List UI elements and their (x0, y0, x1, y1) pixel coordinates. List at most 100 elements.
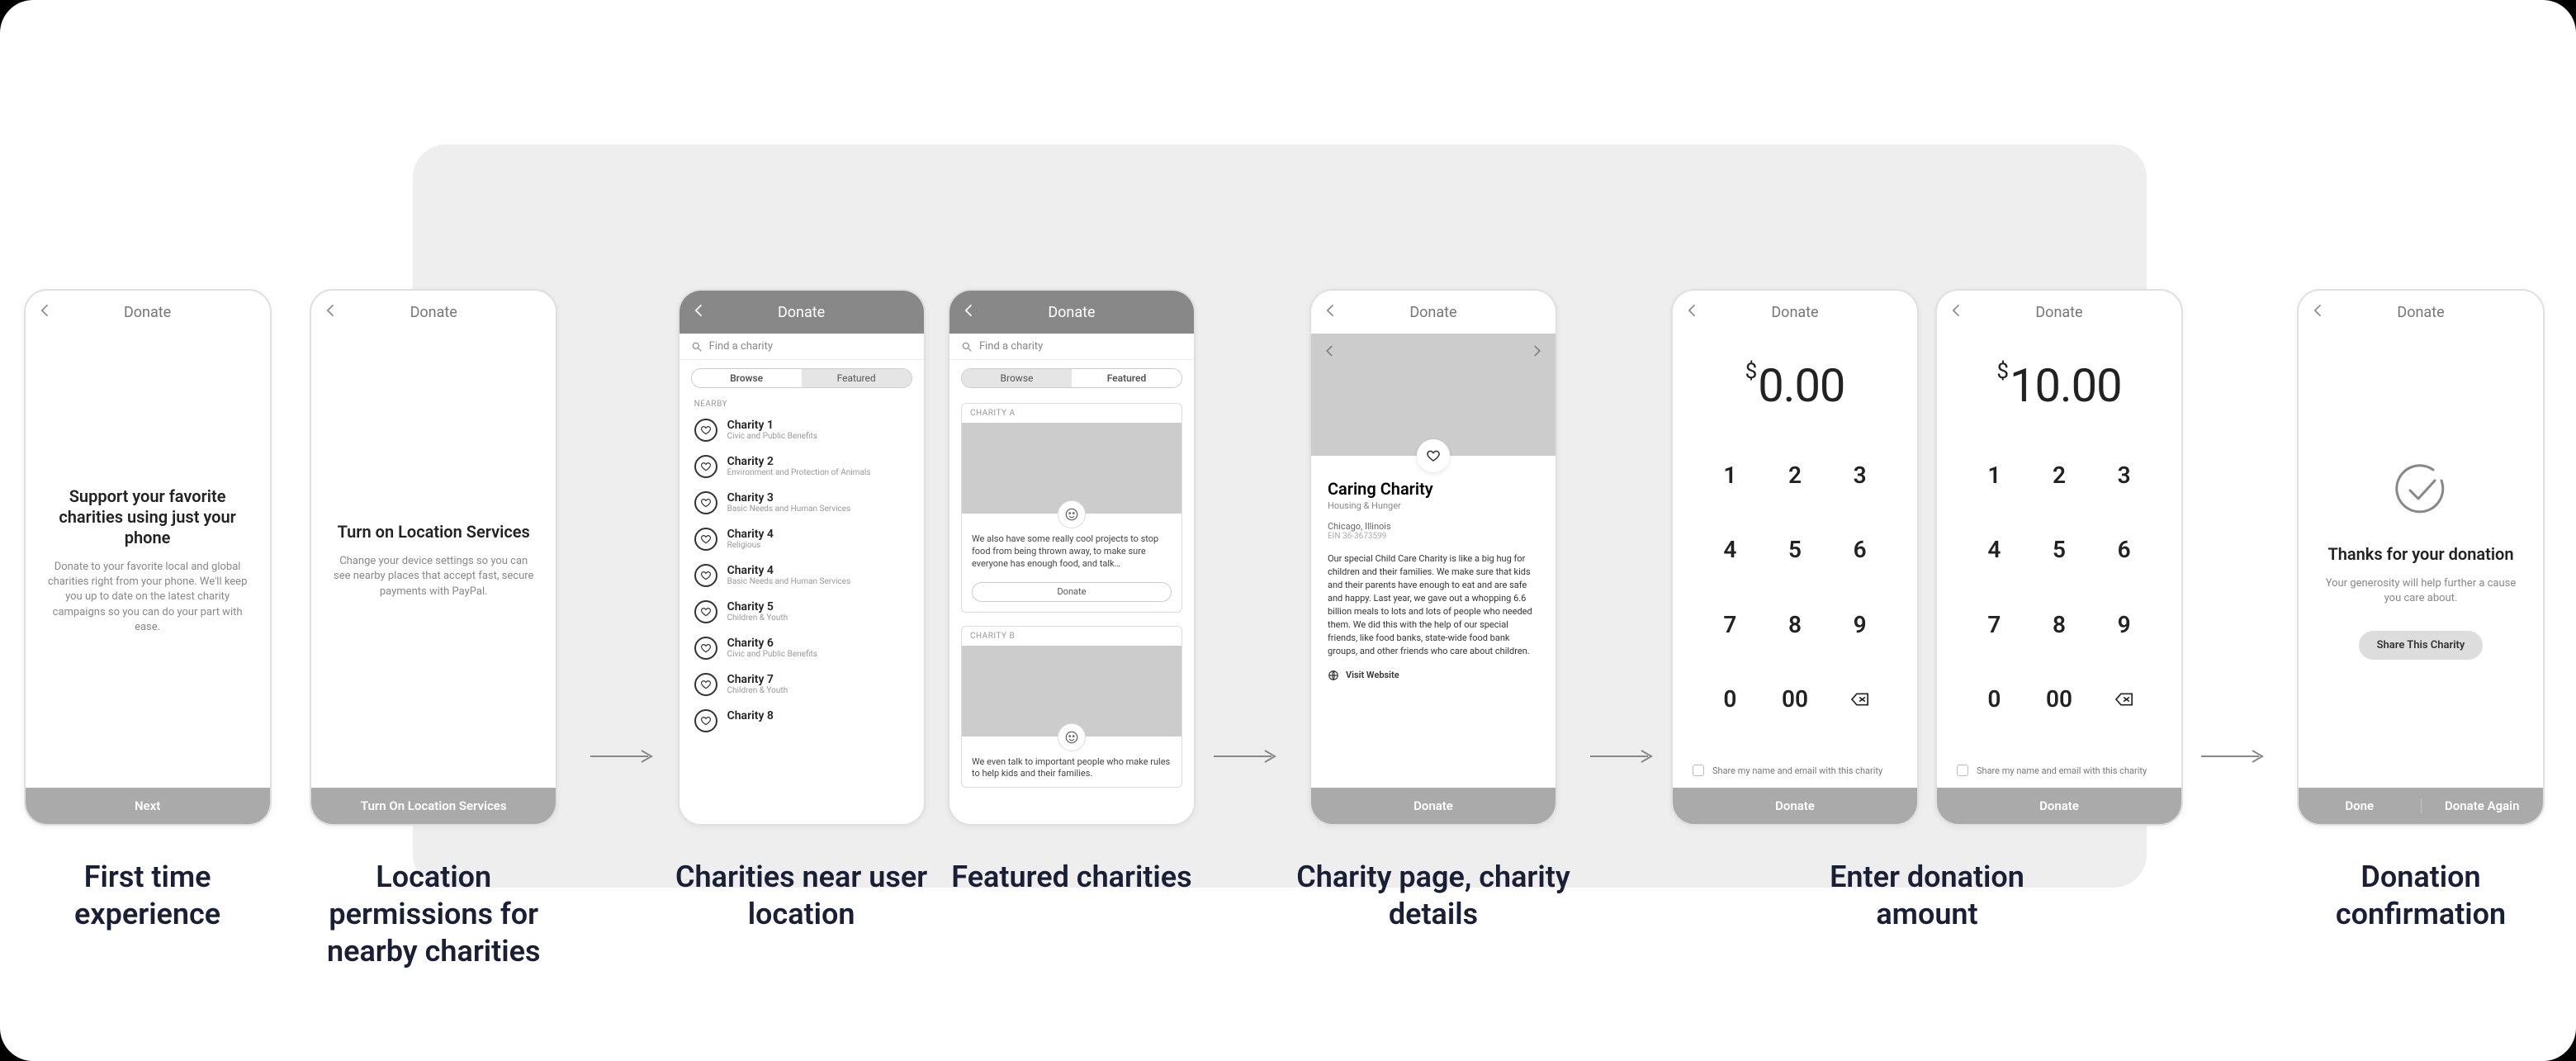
keypad-key-8[interactable]: 8 (2027, 587, 2092, 662)
screen-header: Donate (2299, 291, 2543, 334)
diagram-canvas: Donate Support your favorite charities u… (0, 0, 2576, 1061)
keypad-key-0[interactable]: 0 (1962, 662, 2027, 737)
charity-list-item[interactable]: Charity 4Religious (680, 521, 924, 557)
charity-category: Civic and Public Benefits (727, 432, 817, 441)
screen-header: Donate (680, 291, 924, 334)
charity-card[interactable]: CHARITY A We also have some really cool … (961, 403, 1182, 613)
keypad-key-4[interactable]: 4 (1962, 513, 2027, 588)
section-header: NEARBY (680, 396, 924, 412)
heart-icon[interactable] (694, 455, 717, 478)
charity-list-item[interactable]: Charity 5Children & Youth (680, 594, 924, 630)
charity-list-item[interactable]: Charity 1Civic and Public Benefits (680, 412, 924, 448)
charity-name: Charity 7 (727, 673, 788, 686)
checkbox-icon[interactable] (1957, 765, 1968, 776)
favorite-button[interactable] (1417, 439, 1450, 472)
charity-list-item[interactable]: Charity 7Children & Youth (680, 666, 924, 703)
charity-list-item[interactable]: Charity 6Civic and Public Benefits (680, 630, 924, 666)
keypad-key-2[interactable]: 2 (1763, 438, 1828, 513)
keypad-key-3[interactable]: 3 (2091, 438, 2157, 513)
keypad-key-1[interactable]: 1 (1698, 438, 1763, 513)
donate-button[interactable]: Donate (1937, 788, 2181, 824)
keypad-key-2[interactable]: 2 (2027, 438, 2092, 513)
donate-button[interactable]: Donate (1673, 788, 1917, 824)
prev-image-icon[interactable] (1323, 343, 1338, 362)
heart-icon[interactable] (694, 709, 717, 732)
next-button[interactable]: Next (26, 788, 270, 824)
back-icon[interactable] (1684, 302, 1701, 323)
charity-location: Chicago, Illinois (1328, 521, 1539, 532)
done-button[interactable]: Done (2299, 798, 2422, 813)
tab-featured[interactable]: Featured (1072, 369, 1181, 387)
stage-confirmation: Donate Thanks for your donation Your gen… (2282, 289, 2559, 933)
charity-list-item[interactable]: Charity 4Basic Needs and Human Services (680, 557, 924, 594)
card-donate-button[interactable]: Donate (972, 582, 1172, 602)
keypad-backspace-icon[interactable] (1827, 662, 1892, 737)
hero-image (1311, 334, 1556, 456)
heart-icon[interactable] (694, 564, 717, 587)
screen-header: Donate (949, 291, 1194, 334)
keypad-key-4[interactable]: 4 (1698, 513, 1763, 588)
phone-location: Donate Turn on Location Services Change … (310, 289, 557, 826)
onboarding-title: Support your favorite charities using ju… (47, 486, 249, 548)
share-checkbox-row[interactable]: Share my name and email with this charit… (1673, 753, 1917, 788)
heart-icon[interactable] (694, 419, 717, 442)
next-image-icon[interactable] (1529, 343, 1544, 362)
heart-icon[interactable] (694, 491, 717, 514)
heart-icon[interactable] (694, 600, 717, 623)
keypad-backspace-icon[interactable] (2091, 662, 2157, 737)
charity-category: Basic Needs and Human Services (727, 504, 851, 514)
heart-icon[interactable] (694, 673, 717, 696)
charity-card[interactable]: CHARITY B We even talk to important peop… (961, 626, 1182, 789)
location-title: Turn on Location Services (338, 522, 530, 542)
keypad-key-1[interactable]: 1 (1962, 438, 2027, 513)
keypad-key-0[interactable]: 0 (1698, 662, 1763, 737)
keypad-key-00[interactable]: 00 (1763, 662, 1828, 737)
heart-icon[interactable] (694, 637, 717, 660)
tab-browse[interactable]: Browse (692, 369, 802, 387)
confirmation-title: Thanks for your donation (2327, 544, 2513, 565)
back-icon[interactable] (1323, 302, 1339, 323)
keypad-key-7[interactable]: 7 (1962, 587, 2027, 662)
enable-location-button[interactable]: Turn On Location Services (311, 788, 556, 824)
keypad-key-6[interactable]: 6 (1827, 513, 1892, 588)
visit-website-link[interactable]: Visit Website (1328, 670, 1539, 681)
location-body: Change your device settings so you can s… (333, 554, 534, 599)
keypad-key-7[interactable]: 7 (1698, 587, 1763, 662)
stage-first-time: Donate Support your favorite charities u… (17, 289, 278, 933)
donate-button[interactable]: Donate (1311, 788, 1556, 824)
segment-control[interactable]: Browse Featured (961, 368, 1182, 388)
keypad-key-00[interactable]: 00 (2027, 662, 2092, 737)
keypad-key-5[interactable]: 5 (2027, 513, 2092, 588)
back-icon[interactable] (691, 302, 708, 323)
back-icon[interactable] (37, 302, 54, 323)
keypad-key-6[interactable]: 6 (2091, 513, 2157, 588)
screen-body: Turn on Location Services Change your de… (311, 334, 556, 788)
share-checkbox-row[interactable]: Share my name and email with this charit… (1937, 753, 2181, 788)
keypad-key-9[interactable]: 9 (1827, 587, 1892, 662)
charity-name: Caring Charity (1328, 479, 1539, 499)
keypad-key-8[interactable]: 8 (1763, 587, 1828, 662)
phone-confirmation: Donate Thanks for your donation Your gen… (2297, 289, 2545, 826)
tab-featured[interactable]: Featured (802, 369, 912, 387)
back-icon[interactable] (961, 302, 978, 323)
tab-browse[interactable]: Browse (962, 369, 1072, 387)
segment-control[interactable]: Browse Featured (691, 368, 912, 388)
charity-list-item[interactable]: Charity 8 (680, 703, 924, 739)
keypad-key-3[interactable]: 3 (1827, 438, 1892, 513)
keypad-key-9[interactable]: 9 (2091, 587, 2157, 662)
stage-charity-detail: Donate Caring Charity Housing & Hunger C… (1295, 289, 1572, 933)
search-input[interactable]: Find a charity (949, 334, 1194, 360)
back-icon[interactable] (323, 302, 339, 323)
charity-list-item[interactable]: Charity 3Basic Needs and Human Services (680, 485, 924, 521)
charity-list-item[interactable]: Charity 2Environment and Protection of A… (680, 448, 924, 485)
back-icon[interactable] (1949, 302, 1965, 323)
share-charity-button[interactable]: Share This Charity (2359, 631, 2484, 660)
back-icon[interactable] (2310, 302, 2327, 323)
search-input[interactable]: Find a charity (680, 334, 924, 360)
heart-icon[interactable] (694, 528, 717, 551)
donate-again-button[interactable]: Donate Again (2422, 798, 2544, 813)
keypad-key-5[interactable]: 5 (1763, 513, 1828, 588)
search-icon (691, 341, 703, 353)
checkbox-icon[interactable] (1693, 765, 1704, 776)
stage-label: Enter donation amount (1778, 859, 2076, 933)
